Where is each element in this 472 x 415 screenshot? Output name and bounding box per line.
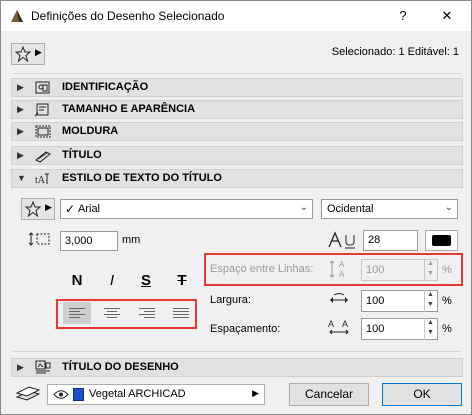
text-style-icon: tA bbox=[35, 173, 49, 186]
section-label: IDENTIFICAÇÃO bbox=[62, 81, 149, 93]
section-size-appearance[interactable]: ▶ TAMANHO E APARÊNCIA bbox=[11, 100, 463, 119]
percent-label: % bbox=[442, 295, 452, 307]
eye-icon bbox=[53, 390, 69, 399]
spacing-spinner[interactable]: ▲ ▼ bbox=[424, 318, 437, 340]
percent-label: % bbox=[442, 323, 452, 335]
width-input[interactable]: 100 ▲ ▼ bbox=[361, 290, 438, 312]
drawing-title-icon bbox=[35, 360, 51, 374]
favorites-star-icon bbox=[25, 201, 41, 217]
svg-text:A: A bbox=[342, 319, 348, 329]
width-label: Largura: bbox=[210, 294, 251, 306]
align-center-button[interactable] bbox=[98, 302, 126, 324]
close-button[interactable]: ✕ bbox=[433, 6, 461, 26]
expand-arrow-icon: ▶ bbox=[17, 126, 24, 136]
font-size-icon bbox=[29, 232, 50, 246]
bold-button[interactable]: N bbox=[65, 270, 89, 292]
align-right-button[interactable] bbox=[133, 302, 161, 324]
script-value: Ocidental bbox=[327, 203, 374, 215]
line-spacing-value: 100 bbox=[366, 264, 385, 276]
app-icon bbox=[11, 10, 23, 22]
align-justify-button[interactable] bbox=[167, 302, 195, 324]
section-label: TÍTULO bbox=[62, 149, 102, 161]
font-dropdown[interactable]: ✓ Arial ⌄ bbox=[60, 199, 313, 219]
italic-button[interactable]: I bbox=[100, 270, 124, 292]
chevron-down-icon: ⌄ bbox=[299, 202, 308, 213]
expand-arrow-icon: ▶ bbox=[17, 150, 24, 160]
section-drawing-title[interactable]: ▶ TÍTULO DO DESENHO bbox=[11, 358, 463, 377]
size-appearance-icon bbox=[34, 103, 49, 117]
section-frame[interactable]: ▶ MOLDURA bbox=[11, 122, 463, 141]
cancel-button[interactable]: Cancelar bbox=[289, 383, 369, 406]
svg-text:A: A bbox=[339, 270, 345, 279]
title-icon bbox=[35, 151, 51, 163]
chevron-right-icon: ▶ bbox=[35, 47, 42, 57]
section-label: TÍTULO DO DESENHO bbox=[62, 361, 179, 373]
font-size-unit: mm bbox=[122, 234, 141, 246]
layer-icon bbox=[15, 386, 41, 401]
expand-arrow-icon: ▶ bbox=[17, 362, 24, 372]
window-title: Definições do Desenho Selecionado bbox=[31, 9, 225, 23]
favorites-button[interactable]: ▶ bbox=[11, 43, 45, 65]
line-spacing-spinner[interactable]: ▲ ▼ bbox=[424, 259, 437, 281]
help-button[interactable]: ? bbox=[389, 6, 417, 26]
pen-icon bbox=[328, 231, 355, 249]
text-favorites-button[interactable]: ▶ bbox=[21, 198, 55, 220]
spacing-input[interactable]: 100 ▲ ▼ bbox=[361, 318, 438, 340]
percent-label: % bbox=[442, 264, 452, 276]
section-label: TAMANHO E APARÊNCIA bbox=[62, 103, 196, 115]
section-identification[interactable]: ▶ IDENTIFICAÇÃO bbox=[11, 78, 463, 97]
pen-color-swatch bbox=[432, 235, 451, 246]
title-bar: Definições do Desenho Selecionado ? ✕ bbox=[1, 1, 471, 31]
section-label: MOLDURA bbox=[62, 125, 119, 137]
line-spacing-input[interactable]: 100 ▲ ▼ bbox=[361, 259, 438, 281]
svg-text:tA: tA bbox=[35, 175, 46, 186]
separator bbox=[13, 351, 461, 352]
chevron-down-icon: ⌄ bbox=[444, 202, 453, 213]
underline-button[interactable]: S bbox=[134, 270, 158, 292]
spacing-value: 100 bbox=[366, 323, 385, 335]
font-value: Arial bbox=[78, 203, 101, 215]
spacing-icon: A A bbox=[328, 319, 349, 335]
dialog-window: Definições do Desenho Selecionado ? ✕ ▶ … bbox=[0, 0, 472, 415]
width-icon bbox=[330, 293, 348, 303]
section-label: ESTILO DE TEXTO DO TÍTULO bbox=[62, 172, 222, 184]
layer-dropdown[interactable]: Vegetal ARCHICAD ▶ bbox=[47, 384, 265, 405]
pen-input[interactable]: 28 bbox=[363, 230, 418, 251]
line-spacing-icon: A A bbox=[329, 260, 345, 279]
width-spinner[interactable]: ▲ ▼ bbox=[424, 290, 437, 312]
separator bbox=[13, 73, 461, 74]
pen-color-button[interactable] bbox=[425, 230, 458, 251]
pen-value: 28 bbox=[368, 234, 381, 246]
expand-arrow-icon: ▶ bbox=[17, 104, 24, 114]
expand-arrow-icon: ▶ bbox=[17, 82, 24, 92]
align-left-button[interactable] bbox=[63, 302, 91, 324]
section-title-text-style[interactable]: ▼ tA ESTILO DE TEXTO DO TÍTULO bbox=[11, 169, 463, 188]
identification-icon bbox=[35, 81, 50, 94]
svg-text:A: A bbox=[339, 260, 345, 269]
spacing-label: Espaçamento: bbox=[210, 323, 281, 335]
chevron-right-icon: ▶ bbox=[45, 202, 52, 212]
frame-icon bbox=[35, 125, 51, 138]
font-size-value: 3,000 bbox=[65, 235, 93, 247]
ok-button[interactable]: OK bbox=[382, 383, 462, 406]
script-dropdown[interactable]: Ocidental ⌄ bbox=[321, 199, 458, 219]
line-spacing-label: Espaço entre Linhas: bbox=[210, 263, 314, 275]
layer-color-swatch bbox=[73, 388, 84, 401]
chevron-right-icon: ▶ bbox=[252, 388, 259, 398]
collapse-arrow-icon: ▼ bbox=[17, 173, 26, 183]
favorites-star-icon bbox=[15, 46, 31, 62]
layer-name: Vegetal ARCHICAD bbox=[89, 388, 186, 400]
check-icon: ✓ bbox=[65, 202, 76, 216]
selection-info: Selecionado: 1 Editável: 1 bbox=[331, 46, 459, 58]
width-value: 100 bbox=[366, 295, 385, 307]
section-title[interactable]: ▶ TÍTULO bbox=[11, 146, 463, 165]
strikethrough-button[interactable]: T bbox=[170, 270, 194, 292]
svg-text:A: A bbox=[328, 319, 334, 329]
font-size-input[interactable]: 3,000 bbox=[60, 231, 118, 251]
